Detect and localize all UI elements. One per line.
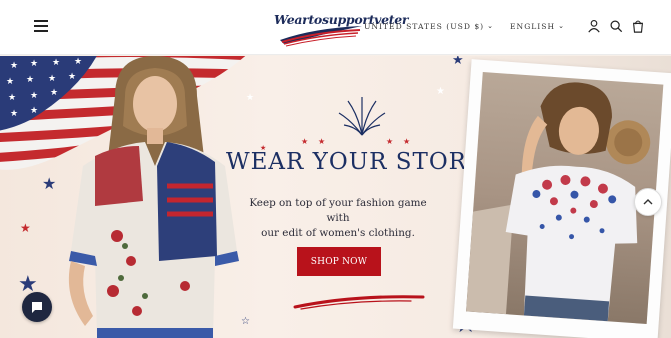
model-photo-left: [68, 56, 239, 338]
star-decoration: ☆: [241, 316, 250, 327]
chevron-down-icon: ⌄: [487, 22, 494, 30]
hero-subtext-line: Keep on top of your fashion game with: [249, 197, 427, 224]
star-decoration: ★: [386, 137, 394, 146]
hero-subtext-line: our edit of women's clothing.: [261, 227, 415, 239]
star-decoration: ★: [403, 137, 411, 146]
svg-text:★: ★: [6, 76, 14, 86]
chat-button[interactable]: [22, 292, 52, 322]
svg-text:★: ★: [10, 60, 18, 70]
brush-stroke-decoration: [293, 295, 425, 310]
svg-text:★: ★: [10, 108, 18, 118]
hero-headline: WEAR YOUR STORY: [226, 149, 483, 175]
language-selector[interactable]: ENGLISH ⌄: [510, 22, 565, 31]
chat-icon: [32, 302, 42, 313]
currency-label: UNITED STATES (USD $): [363, 21, 485, 31]
hero-subtext: Keep on top of your fashion game with ou…: [238, 196, 438, 241]
site-logo[interactable]: Weartosupportveter: [274, 10, 409, 50]
svg-text:★: ★: [30, 105, 38, 115]
site-header: Weartosupportveter UNITED STATES (USD $)…: [0, 0, 671, 55]
svg-text:★: ★: [8, 92, 16, 102]
header-utility-nav: UNITED STATES (USD $) ⌄ ENGLISH ⌄: [364, 19, 645, 33]
star-decoration: ★: [246, 92, 255, 102]
svg-text:★: ★: [26, 74, 34, 84]
logo-flag-swoosh: [280, 26, 362, 47]
star-decoration: ★: [436, 86, 445, 97]
shop-now-button[interactable]: SHOP NOW: [297, 247, 381, 276]
hero-banner: ★ ★ ★ ★ ★ ★ ★ ★ ★ ★ ★ ★ ★ ★ ★ ★ ★ ★ ★ ☆ …: [0, 56, 671, 338]
fireworks-icon: [338, 97, 386, 136]
language-label: ENGLISH: [510, 21, 556, 31]
star-decoration: ★: [318, 137, 326, 146]
user-icon[interactable]: [587, 19, 601, 33]
search-icon[interactable]: [609, 19, 623, 33]
chevron-up-icon: [643, 199, 653, 205]
star-decoration: ★: [301, 137, 309, 146]
scroll-to-top-button[interactable]: [634, 188, 662, 216]
shopping-bag-icon[interactable]: [631, 19, 645, 33]
chevron-down-icon: ⌄: [558, 22, 565, 30]
star-decoration: ★: [452, 56, 464, 67]
star-decoration: ★: [20, 221, 31, 235]
svg-text:★: ★: [30, 58, 38, 68]
currency-selector[interactable]: UNITED STATES (USD $) ⌄: [364, 22, 494, 31]
hamburger-menu-icon[interactable]: [34, 20, 48, 34]
svg-text:★: ★: [30, 90, 38, 100]
star-decoration: ★: [42, 176, 57, 193]
